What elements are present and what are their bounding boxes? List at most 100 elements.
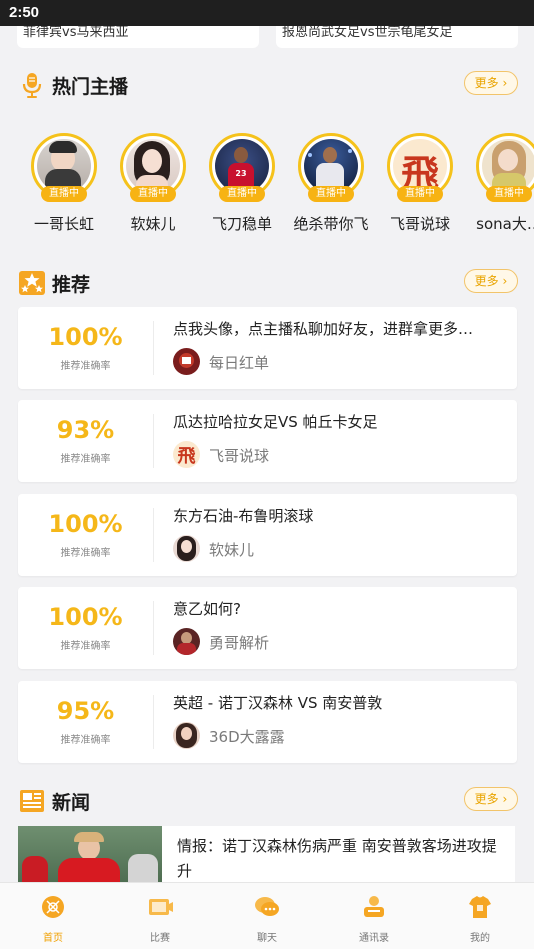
more-button[interactable]: 更多 ›	[464, 787, 518, 811]
avatar: 直播中	[476, 133, 534, 202]
author-name: 36D大露露	[209, 728, 285, 746]
tab-profile[interactable]: 我的	[450, 893, 510, 944]
bottom-tab-bar: 首页 比赛 聊天 通讯录 我的	[0, 882, 534, 949]
live-badge: 直播中	[219, 186, 265, 202]
tab-label: 我的	[470, 933, 490, 944]
divider	[153, 508, 154, 562]
anchor-item[interactable]: 23 直播中 飞刀稳单	[197, 133, 287, 234]
news-card[interactable]: 情报：诺丁汉森林伤病严重 南安普敦客场进攻提升	[18, 826, 515, 886]
live-badge: 直播中	[130, 186, 176, 202]
accuracy-rate: 100%	[48, 323, 123, 351]
more-button[interactable]: 更多 ›	[464, 269, 518, 293]
anchor-item[interactable]: 直播中 绝杀带你飞	[286, 133, 376, 234]
more-button[interactable]: 更多 ›	[464, 71, 518, 95]
recommend-title: 瓜达拉哈拉女足VS 帕丘卡女足	[173, 413, 378, 431]
accuracy-label: 推荐准确率	[60, 454, 111, 465]
recommend-card[interactable]: 100% 推荐准确率 意乙如何? 勇哥解析	[18, 587, 517, 669]
recommend-title: 意乙如何?	[173, 600, 241, 618]
anchor-name: 软妹儿	[130, 215, 176, 233]
anchor-item[interactable]: 直播中 软妹儿	[108, 133, 198, 234]
tab-contacts[interactable]: 通讯录	[344, 893, 404, 944]
anchor-name: 飞刀稳单	[211, 215, 272, 233]
divider	[153, 695, 154, 749]
avatar: 23 直播中	[209, 133, 275, 202]
match-icon	[149, 899, 173, 915]
section-title: 新闻	[52, 792, 91, 814]
more-label: 更多	[474, 274, 499, 288]
news-title: 情报：诺丁汉森林伤病严重 南安普敦客场进攻提升	[177, 837, 497, 880]
section-title: 热门主播	[52, 76, 129, 98]
contacts-icon	[364, 896, 384, 917]
avatar: 飛 直播中	[387, 133, 453, 202]
tab-label: 首页	[43, 933, 63, 944]
live-badge: 直播中	[308, 186, 354, 202]
anchor-item[interactable]: 直播中 一哥长虹	[19, 133, 109, 234]
author-avatar	[173, 535, 200, 562]
status-time: 2:50	[9, 4, 40, 21]
live-badge: 直播中	[41, 186, 87, 202]
accuracy-rate: 100%	[48, 510, 123, 538]
author-avatar	[173, 628, 200, 655]
live-badge: 直播中	[486, 186, 532, 202]
more-label: 更多	[474, 76, 499, 90]
tab-label: 通讯录	[359, 933, 389, 944]
home-icon	[42, 896, 64, 918]
anchor-name: 一哥长虹	[33, 215, 94, 233]
recommend-header: 推荐 更多 ›	[18, 266, 518, 300]
anchor-list: 直播中 一哥长虹 直播中 软妹儿 23 直播中 飞刀稳单 直播中 绝杀带你飞 飛…	[0, 133, 534, 243]
more-label: 更多	[474, 792, 499, 806]
author-name: 软妹儿	[209, 541, 255, 559]
news-header: 新闻 更多 ›	[18, 784, 518, 818]
match-title: 菲律宾vs马来西亚	[23, 26, 129, 40]
recommend-card[interactable]: 100% 推荐准确率 点我头像，点主播私聊加好友，进群拿更多… 每日红单	[18, 307, 517, 389]
anchor-name: sona大…	[476, 215, 534, 233]
news-thumbnail	[18, 826, 162, 886]
hot-anchors-header: 热门主播 更多 ›	[18, 68, 518, 102]
accuracy-rate: 100%	[48, 603, 123, 631]
accuracy-rate: 93%	[56, 416, 115, 444]
tab-match[interactable]: 比赛	[130, 893, 190, 944]
tab-label: 比赛	[150, 933, 170, 944]
recommend-card[interactable]: 95% 推荐准确率 英超 - 诺丁汉森林 VS 南安普敦 36D大露露	[18, 681, 517, 763]
anchor-name: 绝杀带你飞	[293, 215, 369, 233]
anchor-item[interactable]: 飛 直播中 飞哥说球	[375, 133, 465, 234]
recommend-title: 东方石油-布鲁明滚球	[173, 507, 314, 525]
tab-label: 聊天	[257, 933, 277, 944]
chevron-right-icon: ›	[498, 792, 508, 806]
chevron-right-icon: ›	[498, 76, 508, 90]
recommend-title: 英超 - 诺丁汉森林 VS 南安普敦	[173, 694, 383, 712]
accuracy-label: 推荐准确率	[60, 548, 111, 559]
status-bar: 2:50	[0, 0, 534, 26]
profile-icon	[469, 896, 491, 918]
tab-chat[interactable]: 聊天	[237, 893, 297, 944]
anchor-name: 飞哥说球	[389, 215, 450, 233]
divider	[153, 321, 154, 375]
accuracy-label: 推荐准确率	[60, 641, 111, 652]
avatar: 直播中	[31, 133, 97, 202]
author-avatar	[173, 348, 200, 375]
star-badge-icon	[19, 271, 45, 295]
author-name: 飞哥说球	[209, 447, 270, 465]
accuracy-label: 推荐准确率	[60, 361, 111, 372]
author-avatar: 飛	[173, 441, 200, 468]
match-card[interactable]: 报恩尚武女足vs世宗龟尾女足	[276, 26, 518, 48]
tab-home[interactable]: 首页	[23, 893, 83, 944]
accuracy-rate: 95%	[56, 697, 115, 725]
chevron-right-icon: ›	[498, 274, 508, 288]
recommend-title: 点我头像，点主播私聊加好友，进群拿更多…	[173, 320, 474, 338]
recommend-card[interactable]: 100% 推荐准确率 东方石油-布鲁明滚球 软妹儿	[18, 494, 517, 576]
microphone-icon	[22, 73, 42, 98]
match-card[interactable]: 菲律宾vs马来西亚	[17, 26, 259, 48]
newspaper-icon	[20, 790, 44, 812]
section-title: 推荐	[52, 274, 91, 296]
divider	[153, 601, 154, 655]
avatar: 直播中	[120, 133, 186, 202]
author-name: 每日红单	[209, 354, 270, 372]
accuracy-label: 推荐准确率	[60, 735, 111, 746]
avatar: 直播中	[298, 133, 364, 202]
chat-icon	[255, 897, 279, 916]
anchor-item[interactable]: 直播中 sona大…	[464, 133, 534, 234]
author-avatar	[173, 722, 200, 749]
match-row: 菲律宾vs马来西亚 报恩尚武女足vs世宗龟尾女足	[0, 26, 534, 50]
recommend-card[interactable]: 93% 推荐准确率 瓜达拉哈拉女足VS 帕丘卡女足 飛 飞哥说球	[18, 400, 517, 482]
